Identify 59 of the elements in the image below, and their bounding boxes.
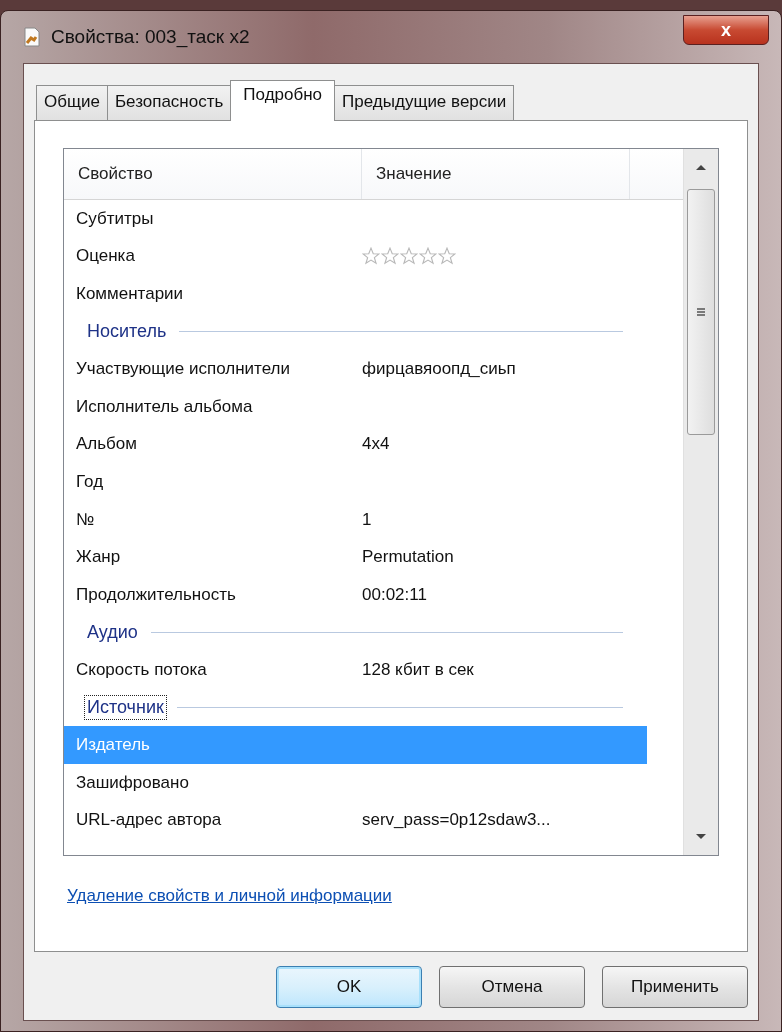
property-value: фирцавяоопд_сиьп xyxy=(362,359,516,380)
star-icon[interactable] xyxy=(400,247,418,266)
tab[interactable]: Предыдущие версии xyxy=(334,85,515,120)
property-name: Субтитры xyxy=(75,208,155,229)
dialog-button[interactable]: Применить xyxy=(602,966,748,1008)
property-value: 4x4 xyxy=(362,434,390,455)
property-value: serv_pass=0p12sdaw3... xyxy=(362,810,551,831)
star-icon[interactable] xyxy=(381,247,399,266)
property-name: Альбом xyxy=(75,434,138,455)
property-name: Скорость потока xyxy=(75,659,208,680)
property-value: 00:02:11 xyxy=(362,584,427,605)
tab[interactable]: Подробно xyxy=(230,80,336,121)
dialog-button[interactable]: OK xyxy=(276,966,422,1008)
property-name: Участвующие исполнители xyxy=(75,359,291,380)
property-row[interactable]: Зашифровано xyxy=(64,763,683,802)
group-header[interactable]: Аудио xyxy=(84,619,141,645)
property-name: Жанр xyxy=(75,547,122,568)
property-row[interactable]: Оценка xyxy=(64,237,683,276)
tab[interactable]: Общие xyxy=(36,85,108,120)
property-name: Комментарии xyxy=(75,284,185,304)
property-row[interactable]: Год xyxy=(64,463,683,501)
property-row[interactable]: Субтитры xyxy=(64,200,683,238)
property-name: Год xyxy=(75,471,105,492)
tab[interactable]: Безопасность xyxy=(106,85,232,120)
close-button[interactable]: x xyxy=(683,15,769,45)
dialog-button[interactable]: Отмена xyxy=(439,966,585,1008)
star-icon[interactable] xyxy=(419,247,437,266)
star-icon[interactable] xyxy=(438,247,456,266)
scroll-down-icon[interactable] xyxy=(695,833,707,841)
property-row[interactable]: № 1 xyxy=(64,500,683,539)
property-row[interactable]: URL-адрес автора serv_pass=0p12sdaw3... xyxy=(64,801,683,840)
property-value: 1 xyxy=(362,509,372,530)
scrollbar-thumb[interactable] xyxy=(687,189,715,435)
column-header[interactable]: Свойство xyxy=(64,149,362,199)
property-name: Продолжительность xyxy=(75,584,237,605)
property-row[interactable]: Жанр Permutation xyxy=(64,538,683,576)
property-row[interactable]: Альбом 4x4 xyxy=(64,425,683,464)
property-name: Издатель xyxy=(75,735,151,756)
scroll-up-icon[interactable] xyxy=(695,163,707,171)
property-name: Зашифровано xyxy=(75,772,190,793)
property-value: 128 кбит в сек xyxy=(362,659,474,680)
property-name: № xyxy=(75,509,96,530)
property-row[interactable]: Скорость потока 128 кбит в сек xyxy=(64,651,683,689)
remove-properties-link[interactable]: Удаление свойств и личной информации xyxy=(67,886,392,905)
star-icon[interactable] xyxy=(362,247,380,266)
property-value: Permutation xyxy=(362,547,454,568)
property-name: Оценка xyxy=(75,246,136,267)
star-rating[interactable] xyxy=(362,247,456,266)
file-properties-icon xyxy=(23,27,41,47)
window-title: Свойства: 003_таск x2 xyxy=(51,26,250,48)
group-header[interactable]: Носитель xyxy=(84,319,170,345)
column-header[interactable]: Значение xyxy=(362,149,630,199)
property-name: URL-адрес автора xyxy=(75,810,223,831)
property-row[interactable]: Исполнитель альбома xyxy=(64,387,683,426)
property-name: Исполнитель альбома xyxy=(75,396,254,417)
group-header[interactable]: Источник xyxy=(84,695,167,720)
property-row[interactable]: Продолжительность 00:02:11 xyxy=(64,575,683,614)
property-row[interactable]: Участвующие исполнители фирцавяоопд_сиьп xyxy=(64,350,683,388)
property-row[interactable]: Комментарии xyxy=(64,275,683,313)
